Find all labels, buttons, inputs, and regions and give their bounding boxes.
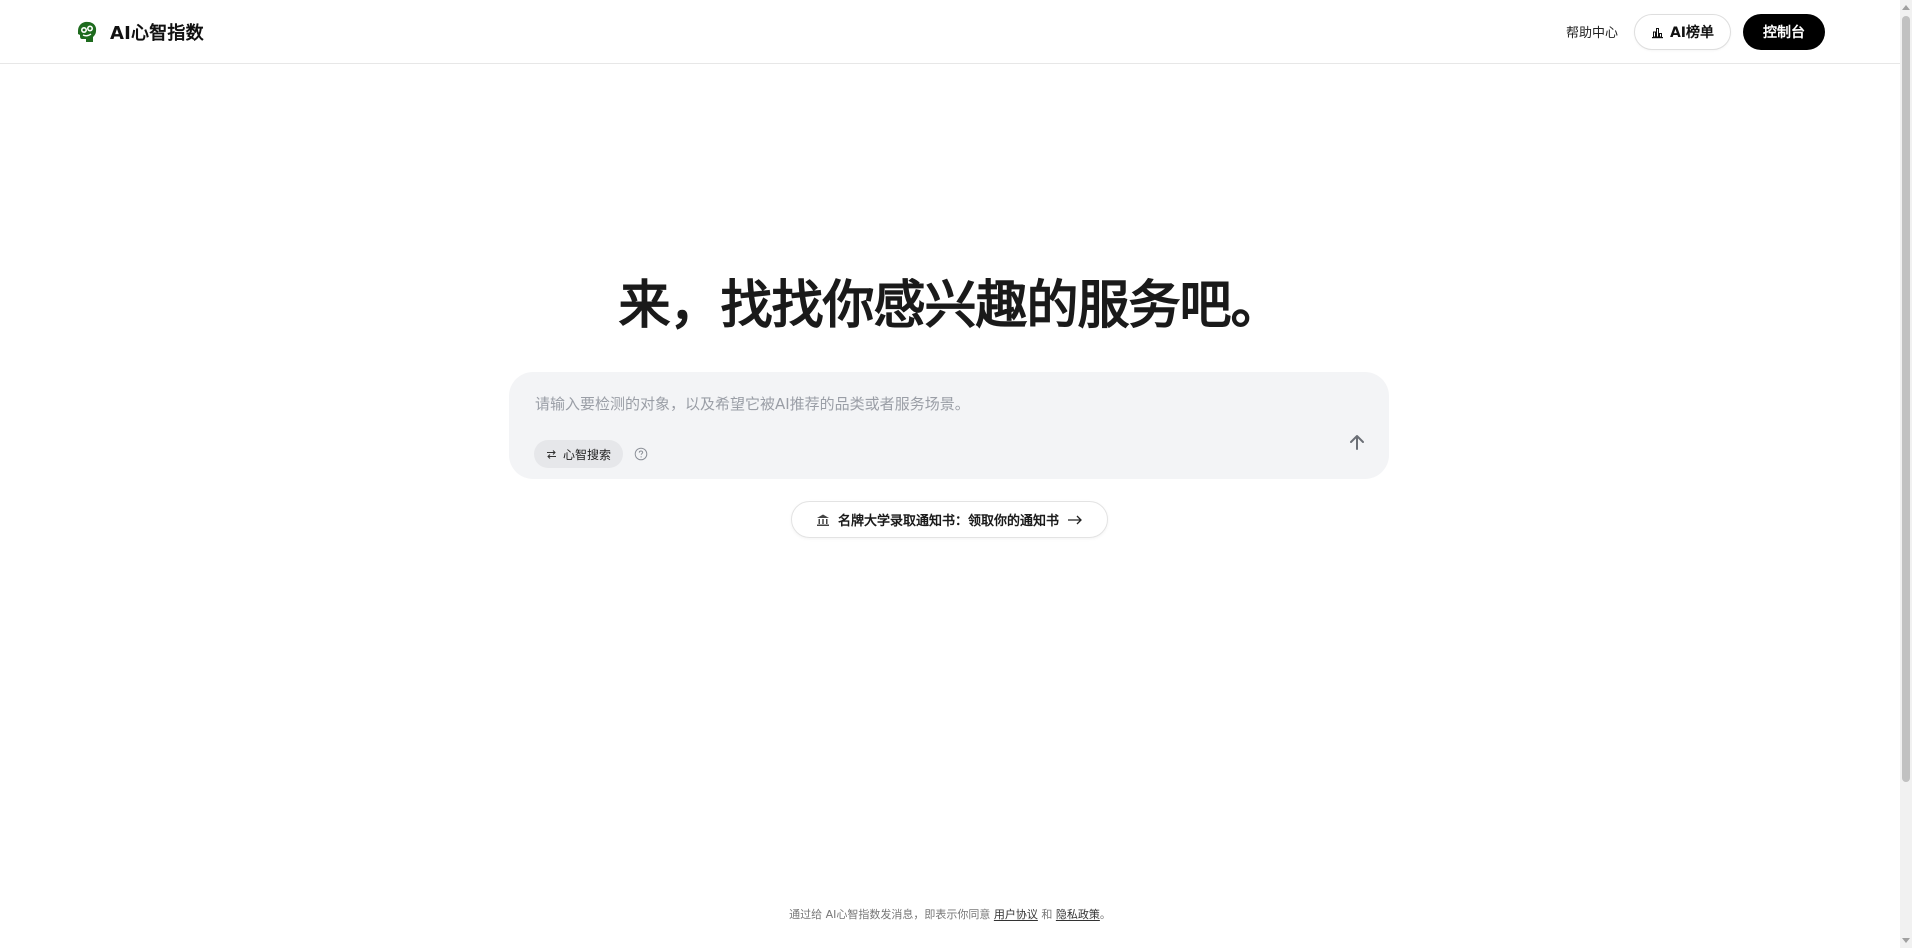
scroll-down-arrow-icon (1902, 938, 1910, 943)
page-scrollbar[interactable] (1900, 0, 1912, 948)
bar-chart-icon (1651, 27, 1663, 38)
search-panel: 心智搜索 (509, 372, 1389, 479)
scroll-thumb[interactable] (1902, 16, 1910, 782)
brand-logo-icon (78, 21, 97, 42)
privacy-policy-link[interactable]: 隐私政策 (1056, 908, 1100, 921)
help-center-link[interactable]: 帮助中心 (1566, 22, 1618, 41)
promo-label: 名牌大学录取通知书：领取你的通知书 (837, 514, 1059, 529)
footer-prefix: 通过给 AI心智指数发消息，即表示你同意 (789, 908, 991, 921)
footer-and: 和 (1041, 908, 1053, 921)
ai-rank-button[interactable]: AI榜单 (1634, 14, 1731, 50)
scroll-up-button[interactable] (1900, 0, 1912, 14)
question-circle-icon[interactable] (634, 447, 648, 461)
arrow-up-icon (1350, 435, 1364, 450)
bank-building-icon (816, 514, 829, 526)
scroll-down-button[interactable] (1900, 934, 1912, 948)
brand-name: AI心智指数 (110, 23, 204, 44)
top-header: AI心智指数 帮助中心 AI榜单 控制台 (0, 0, 1900, 64)
user-agreement-link[interactable]: 用户协议 (994, 908, 1038, 921)
university-letter-promo-button[interactable]: 名牌大学录取通知书：领取你的通知书 (791, 501, 1108, 538)
arrow-right-icon (1068, 515, 1082, 524)
footer-suffix: 。 (1099, 908, 1111, 921)
swap-arrows-icon (547, 449, 556, 459)
search-input[interactable] (533, 390, 1333, 418)
console-button[interactable]: 控制台 (1743, 14, 1825, 50)
ai-rank-label: AI榜单 (1669, 25, 1715, 41)
mind-search-mode-chip[interactable]: 心智搜索 (534, 440, 624, 468)
footer-notice: 通过给 AI心智指数发消息，即表示你同意 用户协议 和 隐私政策。 (0, 906, 1900, 922)
scroll-up-arrow-icon (1902, 5, 1910, 10)
page-title: 来，找找你感兴趣的服务吧。 (618, 276, 1282, 336)
brand-home-link[interactable]: AI心智指数 (74, 18, 204, 46)
send-button[interactable] (1342, 427, 1372, 457)
mind-search-label: 心智搜索 (563, 447, 612, 462)
